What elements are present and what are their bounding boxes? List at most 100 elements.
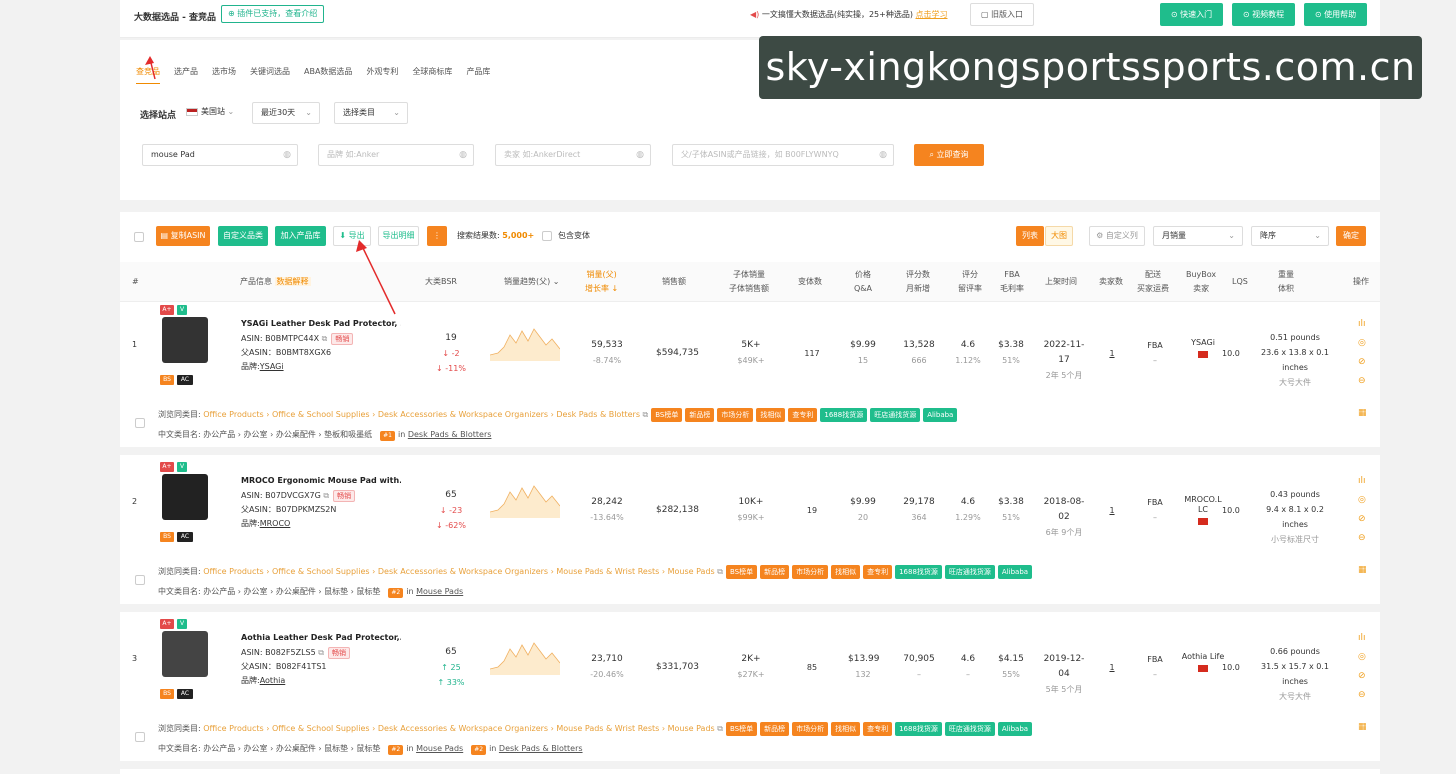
notice-link[interactable]: 点击学习 (916, 10, 948, 19)
chip-2[interactable]: 市场分析 (792, 565, 829, 579)
row-checkbox[interactable] (135, 575, 145, 585)
list-view-button[interactable]: 列表 (1016, 226, 1044, 246)
old-entry-button[interactable]: ▢ 旧版入口 (970, 3, 1034, 26)
parent-asin[interactable]: 父ASIN：B082F41TS1 (241, 661, 327, 672)
grid-view-button[interactable]: 大图 (1045, 226, 1073, 246)
brand-link[interactable]: Aothia (260, 676, 286, 685)
chip-0[interactable]: BS榜单 (651, 408, 683, 422)
help-button[interactable]: ⊙ 使用帮助 (1304, 3, 1367, 26)
brand-input[interactable]: 品牌 如:Anker ◍ (318, 144, 474, 166)
confirm-button[interactable]: 确定 (1336, 226, 1366, 246)
col-sales[interactable]: 销量(父) 增长率 ↓ (585, 268, 618, 296)
tab-aba[interactable]: ABA数据选品 (304, 66, 352, 82)
col-trend[interactable]: 销量趋势(父) ⌄ (504, 275, 560, 289)
rank-category-link[interactable]: Mouse Pads (416, 587, 463, 596)
variant-count[interactable]: 19 (802, 503, 822, 518)
custom-columns-button[interactable]: ⚙ 自定义列 (1089, 226, 1145, 246)
col-bsr[interactable]: 大类BSR (425, 275, 457, 289)
bulb-icon[interactable]: ◎ (1358, 652, 1366, 662)
bulb-icon[interactable]: ◎ (1358, 338, 1366, 348)
copy-icon[interactable]: ⧉ (318, 648, 324, 657)
tab-keyword[interactable]: 关键词选品 (250, 66, 290, 82)
sales-trend-sparkline[interactable] (490, 325, 560, 361)
chip-3[interactable]: 找相似 (756, 408, 786, 422)
col-child[interactable]: 子体销量 子体销售额 (729, 268, 769, 296)
seller-count[interactable]: 1 (1107, 660, 1117, 675)
variant-checkbox[interactable] (542, 230, 552, 241)
product-title[interactable]: MROCO Ergonomic Mouse Pad with... (241, 476, 401, 485)
block-icon[interactable]: ⊘ (1358, 514, 1366, 524)
external-icon[interactable]: ⧉ (643, 410, 649, 419)
variant-count[interactable]: 117 (802, 346, 822, 361)
copy-icon[interactable]: ⧉ (322, 334, 328, 343)
col-sellers[interactable]: 卖家数 (1099, 275, 1123, 289)
rank-category-link[interactable]: Mouse Pads (416, 744, 463, 753)
col-revenue[interactable]: 销售额 (662, 275, 686, 289)
bulb-icon[interactable]: ◎ (1358, 495, 1366, 505)
row-checkbox[interactable] (135, 418, 145, 428)
chip-6[interactable]: 旺店通找货源 (870, 408, 921, 422)
rank-category-link[interactable]: Desk Pads & Blotters (408, 430, 492, 439)
brand-link[interactable]: MROCO (260, 519, 291, 528)
seller-count[interactable]: 1 (1107, 503, 1117, 518)
chip-2[interactable]: 市场分析 (717, 408, 754, 422)
col-variants[interactable]: 变体数 (798, 275, 822, 289)
col-launch[interactable]: 上架时间 (1045, 275, 1077, 289)
camera-icon[interactable]: ◍ (636, 145, 644, 165)
chip-1[interactable]: 新品榜 (685, 408, 715, 422)
copy-icon[interactable]: ⧉ (323, 491, 329, 500)
chip-5[interactable]: 1688找货源 (820, 408, 868, 422)
parent-asin[interactable]: 父ASIN：B07DPKMZS2N (241, 504, 336, 515)
add-library-button[interactable]: 加入产品库 (275, 226, 326, 246)
tab-market[interactable]: 选市场 (212, 66, 236, 82)
seller-count[interactable]: 1 (1107, 346, 1117, 361)
product-thumbnail[interactable] (162, 317, 208, 363)
brand-link[interactable]: YSAGi (260, 362, 284, 371)
chip-5[interactable]: 1688找货源 (895, 565, 942, 579)
external-icon[interactable]: ⧉ (717, 567, 723, 576)
col-fba[interactable]: FBA 毛利率 (1000, 268, 1024, 296)
rank-category-link[interactable]: Desk Pads & Blotters (499, 744, 583, 753)
variant-count[interactable]: 85 (802, 660, 822, 675)
chip-4[interactable]: 查专利 (788, 408, 818, 422)
include-variants[interactable]: 包含变体 (542, 230, 590, 241)
minus-icon[interactable]: ⊖ (1358, 376, 1366, 386)
period-select[interactable]: 最近30天 ⌄ (252, 102, 320, 124)
col-reviews[interactable]: 评分数 月新增 (906, 268, 930, 296)
block-icon[interactable]: ⊘ (1358, 357, 1366, 367)
product-thumbnail[interactable] (162, 474, 208, 520)
chip-1[interactable]: 新品榜 (760, 565, 790, 579)
asin-text[interactable]: ASIN: B07DVCGX7G (241, 491, 321, 500)
chart-icon[interactable]: ılı (1358, 476, 1366, 486)
chip-4[interactable]: 查专利 (863, 722, 893, 736)
query-button[interactable]: ⌕ 立即查询 (914, 144, 984, 166)
chip-7[interactable]: Alibaba (997, 722, 1033, 736)
more-button[interactable]: ⋮ (427, 226, 447, 246)
chip-0[interactable]: BS榜单 (725, 722, 758, 736)
chart-icon[interactable]: ılı (1358, 319, 1366, 329)
row-checkbox[interactable] (135, 732, 145, 742)
col-rating[interactable]: 评分 留评率 (958, 268, 982, 296)
doc-icon[interactable]: ▦ (1358, 565, 1367, 575)
chip-7[interactable]: Alibaba (997, 565, 1033, 579)
sales-trend-sparkline[interactable] (490, 482, 560, 518)
quick-start-button[interactable]: ⊙ 快速入门 (1160, 3, 1223, 26)
select-all-checkbox[interactable] (134, 232, 144, 242)
custom-category-button[interactable]: 自定义品类 (218, 226, 268, 246)
video-tutorial-button[interactable]: ⊙ 视频教程 (1232, 3, 1295, 26)
chip-4[interactable]: 查专利 (863, 565, 893, 579)
sales-trend-sparkline[interactable] (490, 639, 560, 675)
parent-asin[interactable]: 父ASIN：B0BMT8XGX6 (241, 347, 331, 358)
tab-product[interactable]: 选产品 (174, 66, 198, 82)
chip-2[interactable]: 市场分析 (792, 722, 829, 736)
camera-icon[interactable]: ◍ (283, 145, 291, 165)
minus-icon[interactable]: ⊖ (1358, 533, 1366, 543)
product-title[interactable]: Aothia Leather Desk Pad Protector,... (241, 633, 401, 642)
doc-icon[interactable]: ▦ (1358, 408, 1367, 418)
block-icon[interactable]: ⊘ (1358, 671, 1366, 681)
chip-6[interactable]: 旺店通找货源 (944, 722, 995, 736)
seller-input[interactable]: 卖家 如:AnkerDirect ◍ (495, 144, 651, 166)
sort-field-select[interactable]: 月销量 ⌄ (1153, 226, 1243, 246)
buybox-seller[interactable]: MROCO.L LC (1180, 495, 1226, 515)
buybox-seller[interactable]: YSAGi (1180, 338, 1226, 348)
